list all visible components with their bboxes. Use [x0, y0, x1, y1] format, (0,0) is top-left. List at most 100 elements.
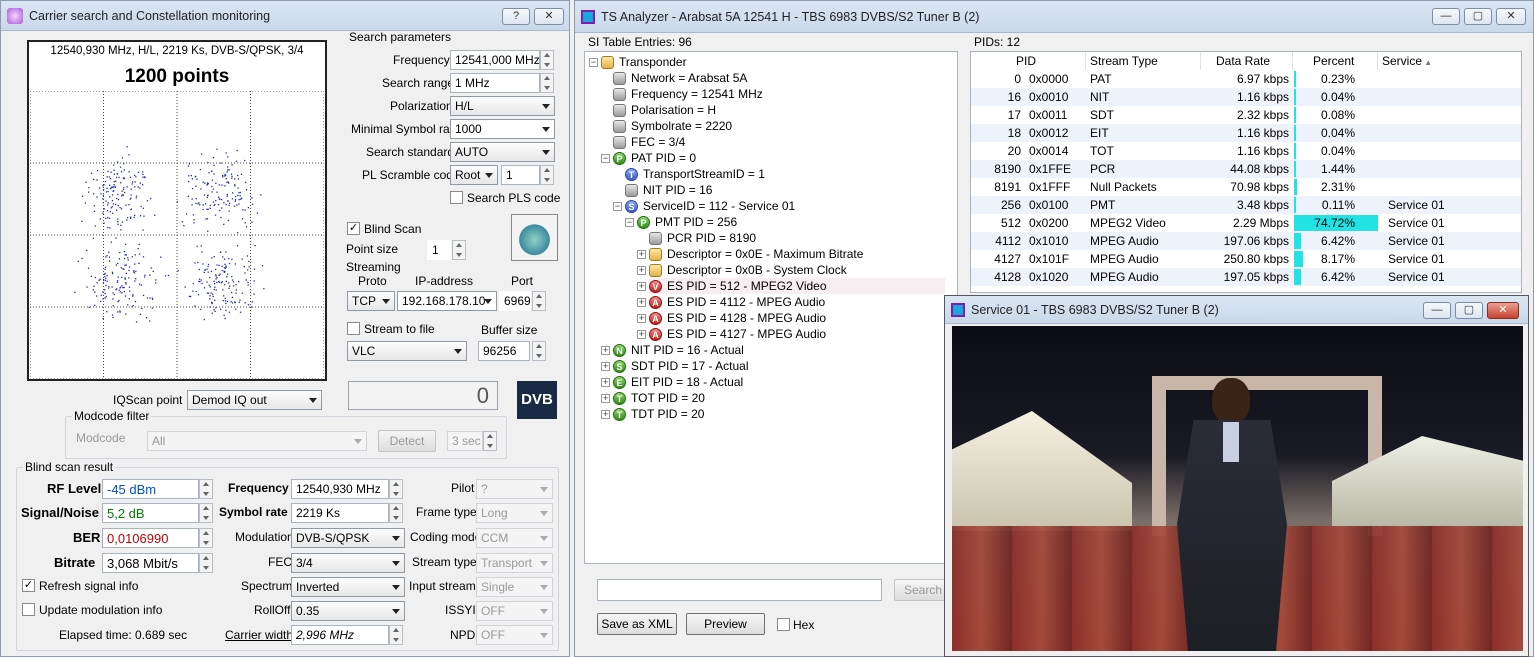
- npd-select[interactable]: OFF: [476, 625, 553, 645]
- pid-table-row[interactable]: 18 0x0012 EIT 1.16 kbps 0.04%: [971, 124, 1521, 142]
- frequency-spinner[interactable]: [540, 50, 554, 70]
- tree-node[interactable]: E EIT PID = 18 - Actual: [613, 374, 743, 390]
- pid-table-row[interactable]: 4112 0x1010 MPEG Audio 197.06 kbps 6.42% Serv…: [971, 232, 1521, 250]
- pid-column-header[interactable]: Service ▲: [1378, 52, 1521, 70]
- range-spinner[interactable]: [540, 73, 554, 93]
- hex-checkbox[interactable]: [777, 618, 790, 631]
- pid-table-row[interactable]: 0 0x0000 PAT 6.97 kbps 0.23%: [971, 70, 1521, 88]
- tree-expander-icon[interactable]: +: [637, 330, 646, 339]
- pid-column-header[interactable]: Data Rate: [1201, 52, 1293, 70]
- tree-node[interactable]: Transponder: [601, 54, 687, 70]
- range-input[interactable]: 1 MHz: [450, 73, 540, 93]
- coding-mode-select[interactable]: CCM: [476, 528, 553, 548]
- tree-expander-icon[interactable]: −: [601, 154, 610, 163]
- pid-column-header[interactable]: PID: [971, 52, 1086, 70]
- tree-node[interactable]: S SDT PID = 17 - Actual: [613, 358, 749, 374]
- update-modulation-checkbox[interactable]: [22, 603, 35, 616]
- search-standard-select[interactable]: AUTO: [450, 142, 555, 162]
- tree-expander-icon[interactable]: −: [613, 202, 622, 211]
- pid-table-row[interactable]: 4128 0x1020 MPEG Audio 197.05 kbps 6.42% Serv…: [971, 268, 1521, 286]
- blind-scan-checkbox[interactable]: ✓: [347, 222, 360, 235]
- tree-node[interactable]: Network = Arabsat 5A: [613, 70, 747, 86]
- tree-expander-icon[interactable]: +: [637, 314, 646, 323]
- tree-node[interactable]: Descriptor = 0x0B - System Clock: [649, 262, 847, 278]
- pls-code-input[interactable]: 1: [501, 165, 540, 185]
- carrier-width-link[interactable]: Carrier width: [225, 628, 293, 642]
- port-input[interactable]: 6969: [499, 291, 531, 311]
- tree-node[interactable]: NIT PID = 16: [625, 182, 712, 198]
- tree-expander-icon[interactable]: +: [601, 362, 610, 371]
- ber-spinner[interactable]: [199, 528, 213, 548]
- iqscan-select[interactable]: Demod IQ out: [187, 390, 322, 410]
- tree-node[interactable]: T TransportStreamID = 1: [625, 166, 765, 182]
- pid-column-header[interactable]: Percent: [1293, 52, 1378, 70]
- tree-expander-icon[interactable]: +: [637, 266, 646, 275]
- tree-node[interactable]: Frequency = 12541 MHz: [613, 86, 763, 102]
- ts-title-bar[interactable]: TS Analyzer - Arabsat 5A 12541 H - TBS 6…: [575, 1, 1533, 33]
- tree-node[interactable]: P PAT PID = 0: [613, 150, 696, 166]
- pid-table-row[interactable]: 20 0x0014 TOT 1.16 kbps 0.04%: [971, 142, 1521, 160]
- tree-expander-icon[interactable]: +: [601, 394, 610, 403]
- ip-select[interactable]: 192.168.178.10: [397, 291, 497, 311]
- detect-button[interactable]: Detect: [378, 430, 436, 452]
- tree-node[interactable]: PCR PID = 8190: [649, 230, 756, 246]
- stream-type-select[interactable]: Transport: [476, 553, 553, 573]
- tree-expander-icon[interactable]: +: [601, 346, 610, 355]
- tree-expander-icon[interactable]: +: [637, 298, 646, 307]
- tree-node[interactable]: Descriptor = 0x0E - Maximum Bitrate: [649, 246, 863, 262]
- tree-node[interactable]: A ES PID = 4128 - MPEG Audio: [649, 310, 826, 326]
- tree-expander-icon[interactable]: +: [637, 282, 646, 291]
- tree-expander-icon[interactable]: +: [601, 378, 610, 387]
- point-size-input[interactable]: 1: [427, 240, 451, 260]
- pid-column-header[interactable]: Stream Type: [1086, 52, 1201, 70]
- pid-table-row[interactable]: 512 0x0200 MPEG2 Video 2.29 Mbps 74.72% Servi…: [971, 214, 1521, 232]
- tree-node[interactable]: Polarisation = H: [613, 102, 716, 118]
- pid-table-row[interactable]: 8190 0x1FFE PCR 44.08 kbps 1.44%: [971, 160, 1521, 178]
- ts-close-icon[interactable]: ✕: [1496, 8, 1526, 25]
- sn-spinner[interactable]: [199, 503, 213, 523]
- tree-node[interactable]: T TOT PID = 20: [613, 390, 705, 406]
- player-select[interactable]: VLC: [347, 341, 467, 361]
- help-button[interactable]: ?: [502, 8, 530, 25]
- tree-expander-icon[interactable]: −: [589, 58, 598, 67]
- bitrate-spinner[interactable]: [199, 553, 213, 573]
- detect-seconds-input[interactable]: 3 sec: [447, 431, 483, 451]
- detect-seconds-spinner[interactable]: [483, 431, 497, 451]
- carrier-title-bar[interactable]: Carrier search and Constellation monitor…: [1, 1, 569, 31]
- pls-code-spinner[interactable]: [540, 165, 554, 185]
- tree-expander-icon[interactable]: +: [637, 250, 646, 259]
- tree-node[interactable]: V ES PID = 512 - MPEG2 Video: [649, 278, 945, 294]
- close-button[interactable]: ✕: [534, 8, 564, 25]
- pid-table-row[interactable]: 16 0x0010 NIT 1.16 kbps 0.04%: [971, 88, 1521, 106]
- pid-table-row[interactable]: 8191 0x1FFF Null Packets 70.98 kbps 2.31%: [971, 178, 1521, 196]
- refresh-signal-checkbox[interactable]: ✓: [22, 579, 35, 592]
- tree-node[interactable]: A ES PID = 4127 - MPEG Audio: [649, 326, 826, 342]
- video-close-icon[interactable]: ✕: [1487, 302, 1519, 319]
- issyi-select[interactable]: OFF: [476, 601, 553, 621]
- port-spinner[interactable]: [532, 291, 546, 311]
- video-minimize-icon[interactable]: —: [1423, 302, 1451, 319]
- pls-mode-select[interactable]: Root: [450, 165, 498, 185]
- minimize-icon[interactable]: —: [1432, 8, 1460, 25]
- tree-node[interactable]: N NIT PID = 16 - Actual: [613, 342, 744, 358]
- polarization-select[interactable]: H/L: [450, 96, 555, 116]
- buffer-size-spinner[interactable]: [532, 341, 546, 361]
- tree-node[interactable]: T TDT PID = 20: [613, 406, 704, 422]
- modulation-select[interactable]: DVB-S/QPSK: [291, 528, 405, 548]
- result-frequency-spinner[interactable]: [389, 479, 403, 499]
- symbol-rate-spinner[interactable]: [389, 503, 403, 523]
- tree-node[interactable]: A ES PID = 4112 - MPEG Audio: [649, 294, 825, 310]
- carrier-width-spinner[interactable]: [389, 625, 403, 645]
- tree-node[interactable]: P PMT PID = 256: [637, 214, 737, 230]
- tree-node[interactable]: S ServiceID = 112 - Service 01: [625, 198, 795, 214]
- rf-level-spinner[interactable]: [199, 479, 213, 499]
- search-input[interactable]: [597, 579, 882, 601]
- min-symbol-rate-select[interactable]: 1000: [450, 119, 555, 139]
- tree-expander-icon[interactable]: −: [625, 218, 634, 227]
- proto-select[interactable]: TCP: [347, 291, 395, 311]
- stream-to-file-checkbox[interactable]: [347, 322, 360, 335]
- pid-table[interactable]: PID Stream Type Data Rate Percent Service ▲ 0…: [970, 51, 1522, 293]
- preview-button[interactable]: Preview: [686, 613, 765, 635]
- si-table-tree[interactable]: − Transponder Network = Arabsat 5A Frequenc…: [584, 51, 958, 564]
- input-stream-select[interactable]: Single: [476, 577, 553, 597]
